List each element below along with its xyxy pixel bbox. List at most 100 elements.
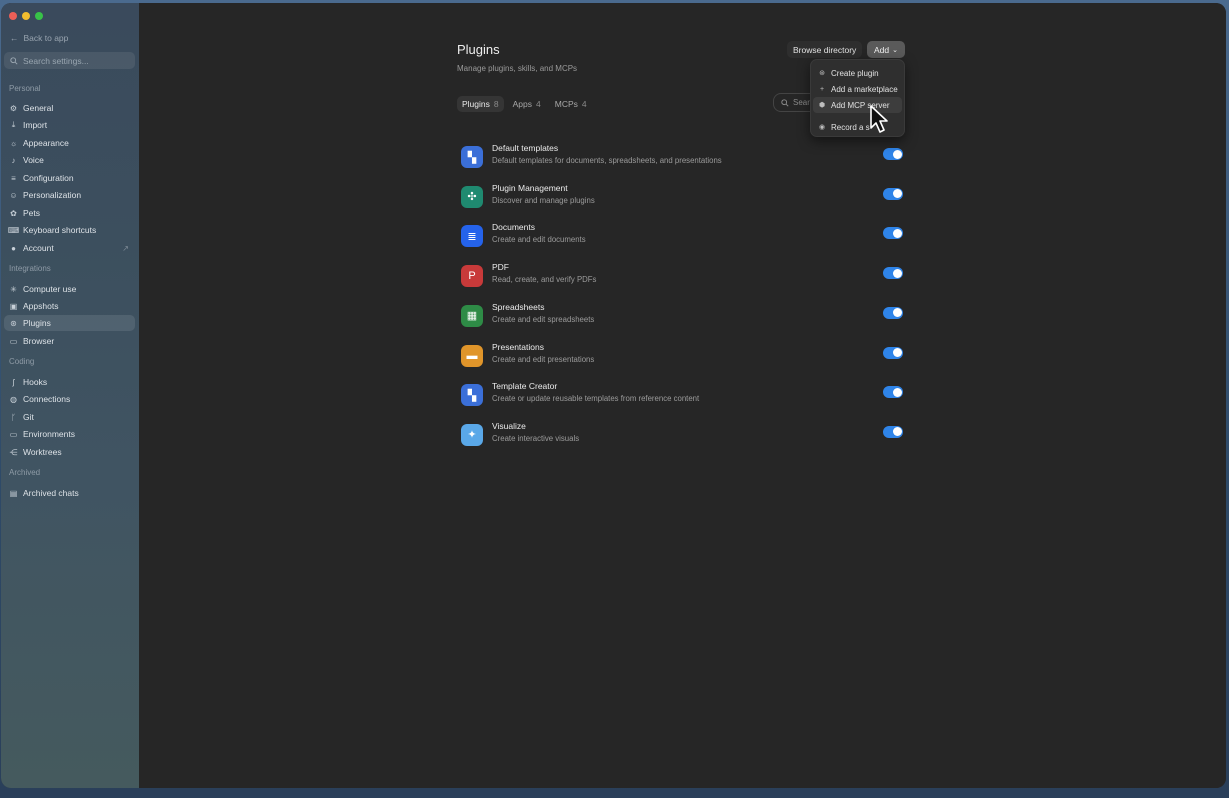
minimize-window-button[interactable] bbox=[22, 12, 30, 20]
plugin-description: Read, create, and verify PDFs bbox=[492, 275, 597, 285]
sidebar-item-label: Archived chats bbox=[23, 488, 79, 498]
tab-apps[interactable]: Apps 4 bbox=[508, 96, 546, 112]
search-icon bbox=[10, 56, 18, 65]
sidebar-item-label: Environments bbox=[23, 429, 75, 439]
plugin-name: Documents bbox=[492, 222, 535, 233]
plugin-enabled-toggle[interactable] bbox=[883, 267, 903, 280]
tab-count: 4 bbox=[581, 99, 587, 109]
download-icon: ⤓ bbox=[11, 120, 16, 129]
sidebar-item-voice[interactable]: ♪ Voice bbox=[4, 152, 135, 168]
browser-icon: ▭ bbox=[9, 336, 18, 346]
plugin-row[interactable]: ▬ Presentations Create and edit presentati… bbox=[461, 342, 903, 372]
sidebar-item-appearance[interactable]: ☼ Appearance bbox=[4, 135, 135, 151]
sun-icon: ☼ bbox=[9, 138, 18, 148]
settings-search-input[interactable]: Search settings... bbox=[4, 52, 135, 69]
plugin-enabled-toggle[interactable] bbox=[883, 386, 903, 399]
plugin-enabled-toggle[interactable] bbox=[883, 148, 903, 160]
plugin-name: Plugin Management bbox=[492, 182, 568, 193]
sidebar-item-archived-chats[interactable]: ▤ Archived chats bbox=[4, 485, 135, 501]
external-link-icon: ↗ bbox=[122, 243, 129, 253]
keyboard-icon: ⌨ bbox=[7, 225, 20, 235]
sparkle-icon: ✳ bbox=[10, 284, 17, 294]
sidebar-item-import[interactable]: ⤓ Import bbox=[4, 117, 135, 133]
globe-icon: ◍ bbox=[10, 394, 17, 404]
page-subtitle: Manage plugins, skills, and MCPs bbox=[457, 64, 578, 73]
plugin-enabled-toggle[interactable] bbox=[883, 187, 903, 200]
plugin-enabled-toggle[interactable] bbox=[883, 306, 903, 319]
sidebar-item-environments[interactable]: ▭ Environments bbox=[4, 426, 135, 442]
template-creator-icon: ▚ bbox=[461, 384, 483, 407]
settings-window: ← Back to app Search settings... Persona… bbox=[1, 3, 1226, 788]
sidebar-item-plugins[interactable]: ⊛ Plugins bbox=[4, 315, 135, 331]
tab-count: 8 bbox=[493, 99, 499, 109]
sidebar-item-appshots[interactable]: ▣ Appshots bbox=[4, 298, 135, 314]
sidebar-item-hooks[interactable]: ʃ Hooks bbox=[4, 374, 135, 390]
visualize-icon: ✦ bbox=[461, 423, 483, 446]
sidebar-item-git[interactable]: ᚴ Git bbox=[4, 409, 135, 425]
sidebar-item-keyboard-shortcuts[interactable]: ⌨ Keyboard shortcuts bbox=[4, 222, 135, 238]
sidebar-item-pets[interactable]: ✿ Pets bbox=[4, 205, 135, 221]
sidebar-item-label: Git bbox=[23, 412, 34, 422]
sidebar-item-label: Plugins bbox=[23, 318, 51, 328]
plugin-row[interactable]: ✣ Plugin Management Discover and manage pl… bbox=[461, 183, 903, 213]
plugin-name: Spreadsheets bbox=[492, 301, 545, 312]
record-icon: ◉ bbox=[818, 124, 826, 131]
sidebar-item-label: Appearance bbox=[23, 138, 69, 148]
back-label: Back to app bbox=[23, 33, 69, 43]
presentation-icon: ▬ bbox=[461, 344, 483, 367]
menu-item-label: Record a s bbox=[831, 122, 870, 132]
close-window-button[interactable] bbox=[9, 12, 17, 20]
plugin-description: Create or update reusable templates from… bbox=[492, 394, 700, 404]
plugin-row[interactable]: ▚ Template Creator Create or update reusab… bbox=[461, 381, 903, 411]
sidebar-item-label: Voice bbox=[23, 155, 44, 165]
document-icon: ≣ bbox=[461, 225, 483, 248]
plugin-description: Default templates for documents, spreads… bbox=[492, 156, 722, 165]
mouse-cursor-icon bbox=[870, 105, 888, 133]
gear-icon: ⚙ bbox=[9, 103, 18, 113]
add-menu-item-add-a-marketplace[interactable]: + Add a marketplace bbox=[813, 81, 902, 97]
sidebar-item-personalization[interactable]: ☺ Personalization bbox=[4, 187, 135, 203]
tab-plugins[interactable]: Plugins 8 bbox=[457, 96, 504, 112]
plugin-description: Create interactive visuals bbox=[492, 433, 580, 443]
plugin-row[interactable]: ≣ Documents Create and edit documents bbox=[461, 222, 903, 252]
sidebar-section-title: Coding bbox=[9, 357, 35, 366]
mic-icon: ♪ bbox=[11, 155, 16, 165]
plugin-description: Discover and manage plugins bbox=[492, 195, 595, 205]
menu-item-label: Create plugin bbox=[831, 68, 879, 78]
add-menu-item-create-plugin[interactable]: ⊛ Create plugin bbox=[813, 65, 902, 81]
search-placeholder: Search settings... bbox=[23, 55, 89, 66]
plugin-row[interactable]: ✦ Visualize Create interactive visuals bbox=[461, 421, 903, 451]
sidebar-item-worktrees[interactable]: ⋲ Worktrees bbox=[4, 444, 135, 460]
sidebar-item-label: Configuration bbox=[23, 173, 74, 183]
plugin-enabled-toggle[interactable] bbox=[883, 227, 903, 240]
plugin-enabled-toggle[interactable] bbox=[883, 425, 903, 438]
plugin-name: PDF bbox=[492, 262, 509, 273]
tab-mcps[interactable]: MCPs 4 bbox=[550, 96, 592, 112]
sidebar-item-connections[interactable]: ◍ Connections bbox=[4, 391, 135, 407]
add-button[interactable]: Add ⌄ bbox=[867, 41, 905, 58]
sidebar-item-account[interactable]: ● Account ↗ bbox=[4, 240, 135, 256]
browse-directory-button[interactable]: Browse directory bbox=[787, 41, 863, 58]
sidebar-item-computer-use[interactable]: ✳ Computer use bbox=[4, 281, 135, 297]
main-panel: Plugins Manage plugins, skills, and MCPs… bbox=[139, 3, 1226, 788]
plugin-enabled-toggle[interactable] bbox=[883, 346, 903, 359]
plugin-row[interactable]: ▚ Default templates Default templates for … bbox=[461, 143, 903, 173]
back-to-app-link[interactable]: ← Back to app bbox=[10, 33, 68, 43]
sidebar-item-configuration[interactable]: ≡ Configuration bbox=[4, 170, 135, 186]
camera-icon: ▣ bbox=[9, 301, 18, 311]
monitor-icon: ▭ bbox=[9, 429, 18, 439]
sidebar-item-label: Browser bbox=[23, 336, 55, 346]
sidebar-item-browser[interactable]: ▭ Browser bbox=[4, 333, 135, 349]
plugin-description: Create and edit documents bbox=[492, 235, 586, 245]
sidebar-item-label: Hooks bbox=[23, 377, 48, 387]
plugin-description: Create and edit presentations bbox=[492, 354, 595, 364]
sidebar-item-general[interactable]: ⚙ General bbox=[4, 100, 135, 116]
zoom-window-button[interactable] bbox=[35, 12, 43, 20]
plugin-name: Presentations bbox=[492, 341, 544, 352]
tab-label: Plugins bbox=[462, 99, 490, 109]
sidebar-item-label: Appshots bbox=[23, 301, 59, 311]
plugin-row[interactable]: ▦ Spreadsheets Create and edit spreadsheet… bbox=[461, 302, 903, 332]
plugin-row[interactable]: P PDF Read, create, and verify PDFs bbox=[461, 262, 903, 292]
search-icon bbox=[781, 98, 789, 107]
sidebar-section-title: Archived bbox=[9, 468, 41, 477]
